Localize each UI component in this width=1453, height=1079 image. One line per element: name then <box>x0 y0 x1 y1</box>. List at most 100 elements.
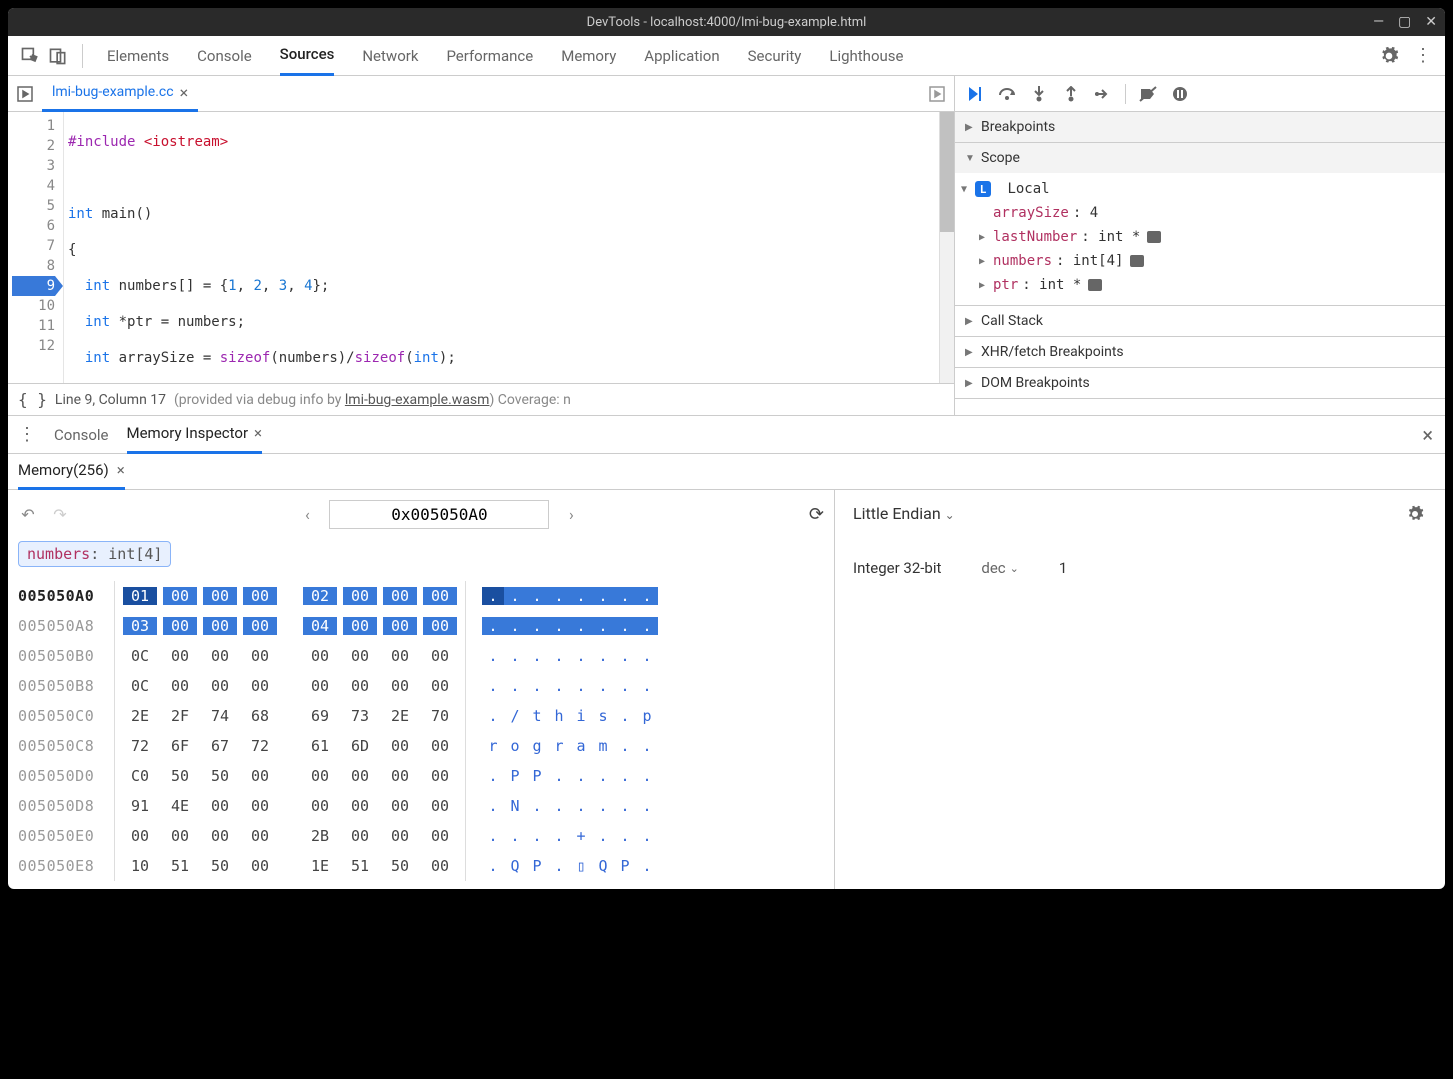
hex-byte[interactable]: C0 <box>123 767 157 785</box>
ascii-char[interactable]: . <box>504 827 526 845</box>
hex-byte[interactable]: 2E <box>123 707 157 725</box>
hex-byte[interactable]: 00 <box>203 647 237 665</box>
code-editor[interactable]: 1234 5678 9101112 #include <iostream> in… <box>8 112 954 383</box>
hex-byte[interactable]: 00 <box>383 617 417 635</box>
hex-byte[interactable]: 01 <box>123 587 157 605</box>
tab-security[interactable]: Security <box>748 36 802 76</box>
hex-byte[interactable]: 00 <box>203 587 237 605</box>
ascii-char[interactable]: P <box>614 857 636 875</box>
hex-byte[interactable]: 00 <box>243 767 277 785</box>
window-close-button[interactable]: ✕ <box>1425 15 1437 29</box>
tab-application[interactable]: Application <box>644 36 719 76</box>
ascii-char[interactable]: . <box>570 617 592 635</box>
hex-row[interactable]: 005050D0C050500000000000.PP..... <box>18 761 824 791</box>
ascii-char[interactable]: . <box>482 827 504 845</box>
file-tab-active[interactable]: lmi-bug-example.cc × <box>42 76 198 112</box>
resume-panel-icon[interactable] <box>14 83 36 105</box>
ascii-char[interactable]: . <box>614 677 636 695</box>
hex-row[interactable]: 005050C02E2F746869732E70./this.p <box>18 701 824 731</box>
ascii-char[interactable]: . <box>614 767 636 785</box>
hex-byte[interactable]: 00 <box>203 827 237 845</box>
ascii-char[interactable]: . <box>482 617 504 635</box>
hex-byte[interactable]: 00 <box>423 767 457 785</box>
ascii-char[interactable]: . <box>570 797 592 815</box>
ascii-char[interactable]: . <box>504 677 526 695</box>
ascii-char[interactable]: . <box>482 857 504 875</box>
ascii-char[interactable]: . <box>614 647 636 665</box>
code-scrollbar[interactable] <box>939 112 954 383</box>
hex-byte[interactable]: 00 <box>423 677 457 695</box>
hex-row[interactable]: 005050B80C00000000000000........ <box>18 671 824 701</box>
code-body[interactable]: #include <iostream> int main() { int num… <box>64 112 939 383</box>
hex-row[interactable]: 005050C8726F6772616D0000rogram.. <box>18 731 824 761</box>
hex-byte[interactable]: 00 <box>243 857 277 875</box>
reveal-in-memory-icon[interactable] <box>1088 279 1102 291</box>
ascii-char[interactable]: P <box>504 767 526 785</box>
hex-byte[interactable]: 50 <box>383 857 417 875</box>
xhr-breakpoints-section-header[interactable]: ▶XHR/fetch Breakpoints <box>955 337 1445 367</box>
window-maximize-button[interactable]: ▢ <box>1398 15 1411 29</box>
hex-row[interactable]: 005050A80300000004000000........ <box>18 611 824 641</box>
hex-byte[interactable]: 00 <box>343 767 377 785</box>
hex-byte[interactable]: 6F <box>163 737 197 755</box>
hex-byte[interactable]: 69 <box>303 707 337 725</box>
hex-byte[interactable]: 00 <box>343 677 377 695</box>
hex-byte[interactable]: 6D <box>343 737 377 755</box>
ascii-char[interactable]: . <box>636 827 658 845</box>
ascii-char[interactable]: . <box>526 827 548 845</box>
hex-byte[interactable]: 00 <box>163 617 197 635</box>
hex-byte[interactable]: 00 <box>423 857 457 875</box>
hex-byte[interactable]: 00 <box>243 797 277 815</box>
hex-byte[interactable]: 50 <box>163 767 197 785</box>
ascii-char[interactable]: . <box>548 857 570 875</box>
hex-byte[interactable]: 00 <box>303 647 337 665</box>
hex-byte[interactable]: 00 <box>343 827 377 845</box>
hex-byte[interactable]: 51 <box>163 857 197 875</box>
expand-icon[interactable]: ▶ <box>979 256 989 267</box>
ascii-char[interactable]: . <box>548 617 570 635</box>
ascii-char[interactable]: . <box>636 647 658 665</box>
hex-byte[interactable]: 1E <box>303 857 337 875</box>
hex-row[interactable]: 005050A00100000002000000........ <box>18 581 824 611</box>
ascii-char[interactable]: . <box>636 587 658 605</box>
hex-byte[interactable]: 00 <box>423 797 457 815</box>
hex-byte[interactable]: 00 <box>343 797 377 815</box>
ascii-char[interactable]: . <box>592 767 614 785</box>
step-out-button[interactable] <box>1061 84 1081 104</box>
hex-byte[interactable]: 68 <box>243 707 277 725</box>
hex-byte[interactable]: 04 <box>303 617 337 635</box>
ascii-char[interactable]: r <box>548 737 570 755</box>
pause-on-exceptions-button[interactable] <box>1170 84 1190 104</box>
hex-byte[interactable]: 00 <box>383 797 417 815</box>
hex-byte[interactable]: 00 <box>303 677 337 695</box>
ascii-char[interactable]: . <box>570 767 592 785</box>
hex-byte[interactable]: 72 <box>243 737 277 755</box>
hex-byte[interactable]: 00 <box>383 767 417 785</box>
hex-row[interactable]: 005050E0000000002B000000....+... <box>18 821 824 851</box>
hex-byte[interactable]: 10 <box>123 857 157 875</box>
drawer-tab-memory-inspector[interactable]: Memory Inspector× <box>127 416 263 454</box>
ascii-char[interactable]: . <box>570 677 592 695</box>
interpreter-settings-icon[interactable] <box>1403 502 1427 526</box>
memory-hex-grid[interactable]: 005050A00100000002000000........005050A8… <box>18 581 824 881</box>
hex-byte[interactable]: 00 <box>123 827 157 845</box>
ascii-char[interactable]: . <box>548 677 570 695</box>
hex-byte[interactable]: 0C <box>123 647 157 665</box>
kebab-menu-icon[interactable]: ⋮ <box>1411 44 1435 68</box>
ascii-char[interactable]: . <box>592 827 614 845</box>
hex-byte[interactable]: 4E <box>163 797 197 815</box>
hex-row[interactable]: 005050D8914E000000000000.N...... <box>18 791 824 821</box>
scope-variable[interactable]: ▶ptr: int * <box>961 273 1437 297</box>
hex-byte[interactable]: 00 <box>423 647 457 665</box>
ascii-char[interactable]: . <box>614 587 636 605</box>
hex-byte[interactable]: 00 <box>343 587 377 605</box>
line-gutter[interactable]: 1234 5678 9101112 <box>8 112 64 383</box>
ascii-char[interactable]: . <box>504 647 526 665</box>
ascii-char[interactable]: . <box>548 827 570 845</box>
ascii-char[interactable]: . <box>526 617 548 635</box>
scope-variable[interactable]: ▶numbers: int[4] <box>961 249 1437 273</box>
hex-byte[interactable]: 67 <box>203 737 237 755</box>
hex-byte[interactable]: 00 <box>383 587 417 605</box>
ascii-char[interactable]: . <box>526 587 548 605</box>
ascii-char[interactable]: P <box>526 767 548 785</box>
